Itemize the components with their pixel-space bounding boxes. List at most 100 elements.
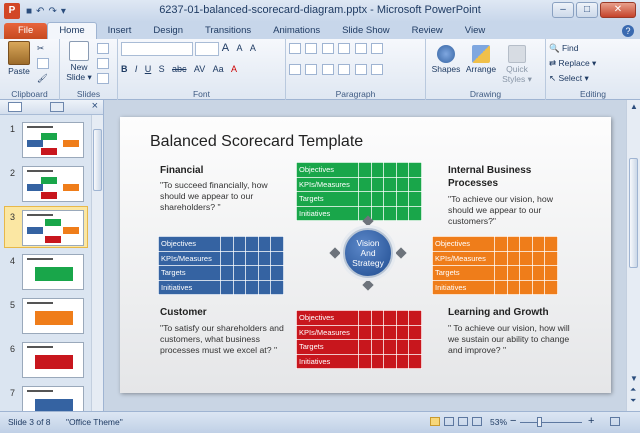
zoom-out-icon[interactable]: − — [510, 415, 516, 427]
editor-scrollbar-thumb[interactable] — [629, 158, 638, 268]
format-painter-button[interactable]: 🖌 — [37, 71, 51, 86]
slide-thumbnail-5[interactable]: 5 — [0, 296, 90, 336]
strikethrough-button[interactable]: abc — [172, 62, 187, 77]
cut-button[interactable]: ✂ — [37, 41, 51, 56]
undo-icon[interactable]: ↶ — [36, 6, 44, 17]
normal-view-icon[interactable] — [430, 417, 440, 426]
shapes-button[interactable]: Shapes — [429, 41, 463, 74]
tab-view[interactable]: View — [454, 23, 496, 39]
align-left-icon[interactable] — [289, 64, 301, 76]
shrink-font-icon[interactable]: A — [236, 41, 242, 56]
internal-text[interactable]: "To achieve our vision, how should we ap… — [448, 194, 574, 227]
decrease-indent-icon[interactable] — [321, 43, 334, 55]
copy-button[interactable] — [37, 56, 51, 71]
slide-thumbnail-1[interactable]: 1 — [0, 120, 90, 160]
next-slide-icon[interactable]: ⏷ — [630, 396, 636, 406]
italic-button[interactable]: I — [135, 62, 138, 77]
slide-title[interactable]: Balanced Scorecard Template — [150, 133, 363, 151]
font-color-button[interactable]: A — [231, 62, 237, 77]
slide-thumbnail-2[interactable]: 2 — [0, 164, 90, 204]
font-size-combo[interactable] — [195, 41, 220, 56]
customize-qat-icon[interactable]: ▾ — [61, 6, 66, 17]
outline-tab-icon[interactable] — [50, 102, 64, 112]
scroll-up-icon[interactable]: ▲ — [630, 102, 638, 111]
save-icon[interactable]: ■ — [26, 6, 32, 17]
slides-pane-scrollbar[interactable] — [91, 115, 103, 411]
clear-format-icon[interactable]: A — [250, 41, 256, 56]
financial-heading[interactable]: Financial — [160, 165, 203, 176]
zoom-in-icon[interactable]: + — [588, 415, 594, 427]
tab-slide-show[interactable]: Slide Show — [331, 23, 401, 39]
tab-transitions[interactable]: Transitions — [194, 23, 262, 39]
change-case-button[interactable]: Aa — [213, 62, 224, 77]
zoom-slider[interactable] — [520, 422, 582, 423]
align-right-icon[interactable] — [321, 64, 334, 76]
internal-heading[interactable]: Internal Business Processes — [448, 165, 558, 190]
maximize-button[interactable]: □ — [576, 2, 598, 18]
previous-slide-icon[interactable]: ⏶ — [630, 385, 636, 395]
new-slide-button[interactable]: New Slide ▾ — [63, 41, 95, 83]
tab-design[interactable]: Design — [142, 23, 194, 39]
bullets-icon[interactable] — [289, 43, 301, 55]
underline-button[interactable]: U — [145, 62, 152, 77]
font-name-combo[interactable] — [121, 41, 193, 56]
learning-heading[interactable]: Learning and Growth — [448, 307, 549, 318]
scrollbar-thumb[interactable] — [93, 129, 102, 191]
section-button[interactable] — [97, 71, 111, 86]
tab-home[interactable]: Home — [47, 22, 97, 39]
fit-to-window-icon[interactable] — [610, 417, 620, 426]
zoom-level[interactable]: 53% — [490, 417, 507, 427]
columns-icon[interactable] — [354, 64, 367, 76]
learning-text[interactable]: " To achieve our vision, how will we sus… — [448, 323, 574, 356]
tab-insert[interactable]: Insert — [97, 23, 143, 39]
char-spacing-button[interactable]: AV — [194, 62, 205, 77]
line-spacing-icon[interactable] — [354, 43, 367, 55]
customer-scorecard-table[interactable]: Objectives KPIs/Measures Targets Initiat… — [158, 236, 284, 295]
slide-sorter-icon[interactable] — [444, 417, 454, 426]
slide-canvas[interactable]: Balanced Scorecard Template Financial "T… — [120, 117, 611, 393]
slideshow-view-icon[interactable] — [472, 417, 482, 426]
paste-button[interactable]: Paste — [3, 41, 35, 76]
financial-scorecard-table[interactable]: Objectives KPIs/Measures Targets Initiat… — [296, 162, 422, 221]
zoom-slider-thumb[interactable] — [537, 417, 542, 427]
financial-text[interactable]: "To succeed financially, how should we a… — [160, 180, 286, 213]
slide-thumbnail-7[interactable]: 7 — [0, 384, 90, 411]
tab-review[interactable]: Review — [401, 23, 454, 39]
tab-file[interactable]: File — [4, 23, 48, 39]
arrange-button[interactable]: Arrange — [463, 41, 499, 74]
text-direction-icon[interactable] — [370, 43, 383, 55]
justify-icon[interactable] — [338, 64, 351, 76]
slide-thumbnail-6[interactable]: 6 — [0, 340, 90, 380]
quick-styles-button[interactable]: Quick Styles ▾ — [499, 41, 535, 85]
editor-scrollbar[interactable]: ▲ ▼ ⏶ ⏷ — [626, 100, 640, 411]
smartart-icon[interactable] — [370, 64, 383, 76]
customer-text[interactable]: "To satisfy our shareholders and custome… — [160, 323, 286, 356]
reading-view-icon[interactable] — [458, 417, 468, 426]
help-icon[interactable]: ? — [622, 25, 634, 37]
powerpoint-icon[interactable]: P — [4, 3, 20, 19]
tab-animations[interactable]: Animations — [262, 23, 331, 39]
find-button[interactable]: 🔍 Find — [549, 41, 637, 56]
align-center-icon[interactable] — [305, 64, 318, 76]
learning-scorecard-table[interactable]: Objectives KPIs/Measures Targets Initiat… — [296, 310, 422, 369]
reset-button[interactable] — [97, 56, 111, 71]
internal-scorecard-table[interactable]: Objectives KPIs/Measures Targets Initiat… — [432, 236, 558, 295]
close-pane-icon[interactable]: × — [92, 100, 98, 112]
scroll-down-icon[interactable]: ▼ — [630, 374, 638, 383]
minimize-button[interactable]: – — [552, 2, 574, 18]
select-button[interactable]: ↖ Select ▾ — [549, 71, 637, 86]
layout-button[interactable] — [97, 41, 111, 56]
close-button[interactable]: ✕ — [600, 2, 636, 18]
replace-button[interactable]: ⇄ Replace ▾ — [549, 56, 637, 71]
bold-button[interactable]: B — [121, 62, 128, 77]
redo-icon[interactable]: ↷ — [48, 6, 56, 17]
grow-font-icon[interactable]: A — [222, 41, 229, 56]
slide-thumbnail-3[interactable]: 3 — [0, 206, 90, 248]
vision-strategy-circle[interactable]: Vision And Strategy — [343, 228, 393, 278]
theme-name[interactable]: "Office Theme" — [66, 417, 123, 427]
slide-thumbnail-4[interactable]: 4 — [0, 252, 90, 292]
increase-indent-icon[interactable] — [338, 43, 351, 55]
slides-tab-icon[interactable] — [8, 102, 22, 112]
shadow-button[interactable]: S — [159, 62, 165, 77]
numbering-icon[interactable] — [305, 43, 318, 55]
